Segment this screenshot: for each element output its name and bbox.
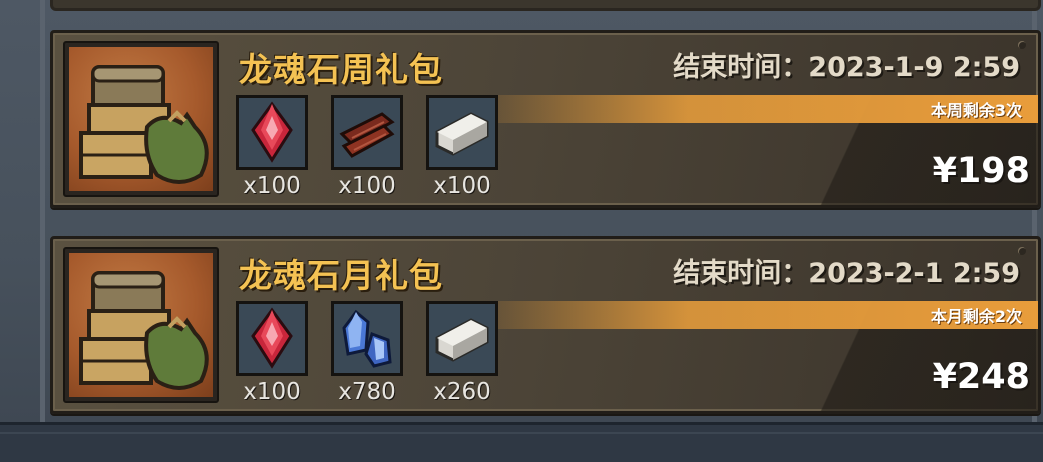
- wood-planks-icon: [339, 112, 395, 158]
- red-crystal-icon: [251, 307, 293, 369]
- left-rail: [40, 0, 45, 422]
- pack-icon-frame: [63, 41, 219, 197]
- pack-card-weekly[interactable]: 龙魂石周礼包 结束时间：2023-1-9 2:59 本周剩余3次 x100 x1…: [50, 30, 1041, 208]
- reward-slot[interactable]: [331, 95, 403, 170]
- bottom-bar: [0, 422, 1043, 462]
- stone-block-icon: [435, 318, 489, 362]
- pack-card-monthly[interactable]: 龙魂石月礼包 结束时间：2023-2-1 2:59 本月剩余2次 x100 x7…: [50, 236, 1041, 414]
- reward-qty: x100: [433, 173, 491, 199]
- stone-block-icon: [435, 112, 489, 156]
- pack-title: 龙魂石月礼包: [239, 256, 443, 295]
- reward-slot[interactable]: [331, 301, 403, 376]
- price-button[interactable]: ¥198: [933, 151, 1030, 191]
- end-time: 结束时间：2023-2-1 2:59: [673, 258, 1020, 289]
- reward-qty: x100: [243, 173, 301, 199]
- remaining-count: 本月剩余2次: [930, 307, 1022, 326]
- divider: [0, 432, 1043, 434]
- treasure-chest-icon: [79, 271, 209, 390]
- red-crystal-icon: [251, 101, 293, 163]
- remaining-count: 本周剩余3次: [930, 101, 1022, 120]
- reward-slot[interactable]: [426, 301, 498, 376]
- pack-title: 龙魂石周礼包: [239, 50, 443, 89]
- pack-icon-frame: [63, 247, 219, 403]
- reward-slot[interactable]: [236, 95, 308, 170]
- reward-qty: x780: [338, 379, 396, 405]
- blue-crystal-icon: [342, 309, 392, 368]
- reward-qty: x260: [433, 379, 491, 405]
- reward-qty: x100: [338, 173, 396, 199]
- reward-slot[interactable]: [426, 95, 498, 170]
- price-button[interactable]: ¥248: [933, 357, 1030, 397]
- previous-card-edge: [50, 0, 1041, 11]
- treasure-chest-icon: [79, 65, 209, 184]
- end-time: 结束时间：2023-1-9 2:59: [673, 52, 1020, 83]
- reward-qty: x100: [243, 379, 301, 405]
- reward-slot[interactable]: [236, 301, 308, 376]
